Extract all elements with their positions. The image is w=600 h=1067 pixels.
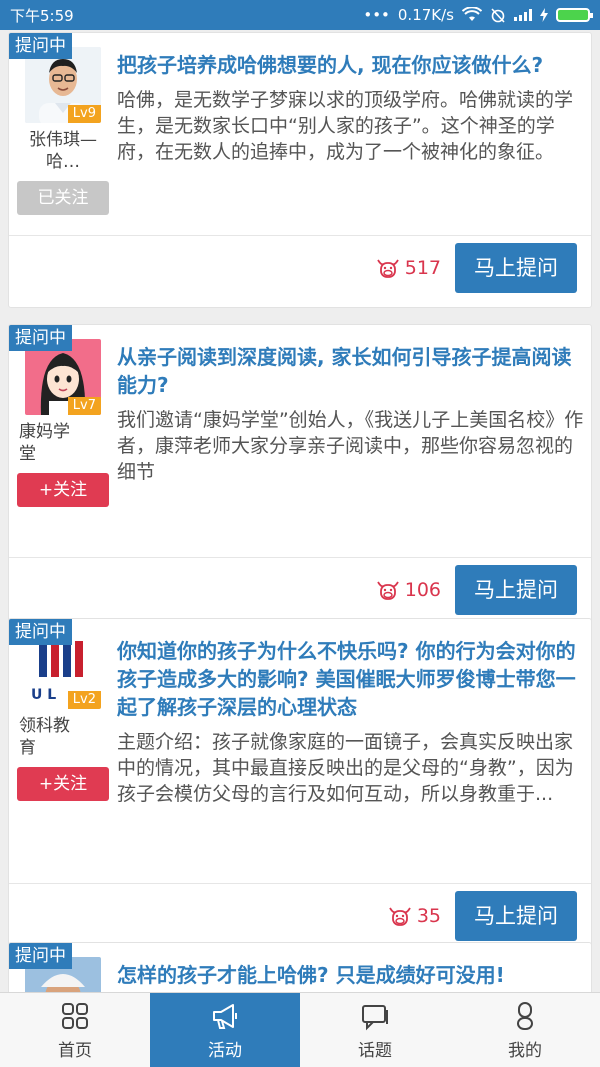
author-block[interactable]: Lv9 张伟琪—哈… 已关注 bbox=[17, 47, 109, 215]
followed-button[interactable]: 已关注 bbox=[17, 181, 109, 215]
activity-card[interactable]: 提问中 Lv7 康妈学堂 +关注 从亲子阅读到深度阅读, 家长如何引导孩子提高阅… bbox=[8, 324, 592, 630]
divider bbox=[9, 883, 591, 884]
level-badge: Lv2 bbox=[67, 691, 101, 709]
activity-description: 我们邀请“康妈学堂”创始人，《我送儿子上美国名校》作者，康萍老师大家分享亲子阅读… bbox=[117, 409, 584, 483]
activity-title[interactable]: 把孩子培养成哈佛想要的人, 现在你应该做什么? bbox=[117, 51, 585, 79]
author-name: 张伟琪—哈… bbox=[29, 130, 97, 172]
ask-now-button[interactable]: 马上提问 bbox=[455, 891, 577, 941]
hot-count-value: 106 bbox=[404, 579, 441, 601]
nav-home[interactable]: 首页 bbox=[0, 993, 150, 1067]
nav-mine[interactable]: 我的 bbox=[450, 993, 600, 1067]
status-tag: 提问中 bbox=[9, 943, 72, 969]
author-name: 康妈学堂 bbox=[19, 422, 70, 464]
status-tag: 提问中 bbox=[9, 619, 72, 645]
level-badge: Lv9 bbox=[67, 105, 101, 123]
follow-button[interactable]: +关注 bbox=[17, 767, 109, 801]
svg-text:U L: U L bbox=[31, 687, 56, 703]
divider bbox=[9, 235, 591, 236]
activity-title[interactable]: 怎样的孩子才能上哈佛? 只是成绩好可没用! bbox=[117, 961, 585, 989]
chat-icon bbox=[362, 1004, 388, 1030]
signal-icon bbox=[514, 9, 532, 21]
battery-icon bbox=[556, 8, 593, 22]
cow-icon bbox=[389, 907, 411, 926]
activity-title[interactable]: 你知道你的孩子为什么不快乐吗? 你的行为会对你的孩子造成多大的影响? 美国催眠大… bbox=[117, 637, 585, 721]
hot-count: 517 bbox=[375, 256, 441, 280]
activity-description: 哈佛，是无数学子梦寐以求的顶级学府。哈佛就读的学生，是无数家长口中“别人家的孩子… bbox=[117, 89, 574, 163]
hot-count: 35 bbox=[387, 904, 441, 928]
divider bbox=[9, 557, 591, 558]
activity-title[interactable]: 从亲子阅读到深度阅读, 家长如何引导孩子提高阅读能力? bbox=[117, 343, 585, 399]
status-tag: 提问中 bbox=[9, 33, 72, 59]
activity-card[interactable]: 提问中 Lv9 张伟琪—哈… 已关注 把孩子培养成哈佛想要的人, 现在你应该做什… bbox=[8, 32, 592, 308]
nav-home-label: 首页 bbox=[58, 1040, 92, 1061]
hot-count-value: 517 bbox=[404, 257, 441, 279]
activity-card[interactable]: 提问中 U L Lv2 领科教育 +关注 你知道你的孩子为什么不快乐吗? 你的行… bbox=[8, 618, 592, 956]
alarm-off-icon bbox=[491, 8, 505, 23]
author-name: 领科教育 bbox=[19, 716, 70, 758]
wifi-icon bbox=[462, 7, 482, 21]
status-bar: 下午5:59 ••• 0.17K/s bbox=[0, 0, 600, 30]
hot-count-value: 35 bbox=[416, 905, 441, 927]
nav-activity[interactable]: 活动 bbox=[150, 993, 300, 1067]
activity-card[interactable]: 提问中 怎样的孩子才能上哈佛? 只是成绩好可没用! bbox=[8, 942, 592, 992]
level-badge: Lv7 bbox=[67, 397, 101, 415]
cow-icon bbox=[376, 581, 399, 600]
person-icon bbox=[517, 1001, 533, 1030]
activity-description: 主题介绍：孩子就像家庭的一面镜子，会真实反映出家中的情况，其中最直接反映出的是父… bbox=[117, 731, 574, 805]
nav-topic[interactable]: 话题 bbox=[300, 993, 450, 1067]
bottom-nav: 首页 活动 话题 我的 bbox=[0, 992, 600, 1067]
nav-mine-label: 我的 bbox=[508, 1040, 542, 1061]
ask-now-button[interactable]: 马上提问 bbox=[455, 243, 577, 293]
status-time: 下午5:59 bbox=[10, 6, 74, 25]
status-dots: ••• bbox=[363, 6, 390, 24]
cow-icon bbox=[376, 259, 399, 278]
activity-feed[interactable]: 提问中 Lv9 张伟琪—哈… 已关注 把孩子培养成哈佛想要的人, 现在你应该做什… bbox=[0, 30, 600, 992]
network-speed: 0.17K/s bbox=[397, 6, 454, 24]
charging-icon bbox=[540, 8, 548, 22]
grid-icon bbox=[62, 1002, 88, 1029]
hot-count: 106 bbox=[375, 578, 441, 602]
author-block[interactable]: Lv7 康妈学堂 +关注 bbox=[17, 339, 109, 507]
ask-now-button[interactable]: 马上提问 bbox=[455, 565, 577, 615]
author-block[interactable]: U L Lv2 领科教育 +关注 bbox=[17, 633, 109, 801]
follow-button[interactable]: +关注 bbox=[17, 473, 109, 507]
nav-topic-label: 话题 bbox=[358, 1040, 392, 1061]
megaphone-icon bbox=[213, 1003, 237, 1029]
status-tag: 提问中 bbox=[9, 325, 72, 351]
nav-activity-label: 活动 bbox=[208, 1040, 242, 1061]
